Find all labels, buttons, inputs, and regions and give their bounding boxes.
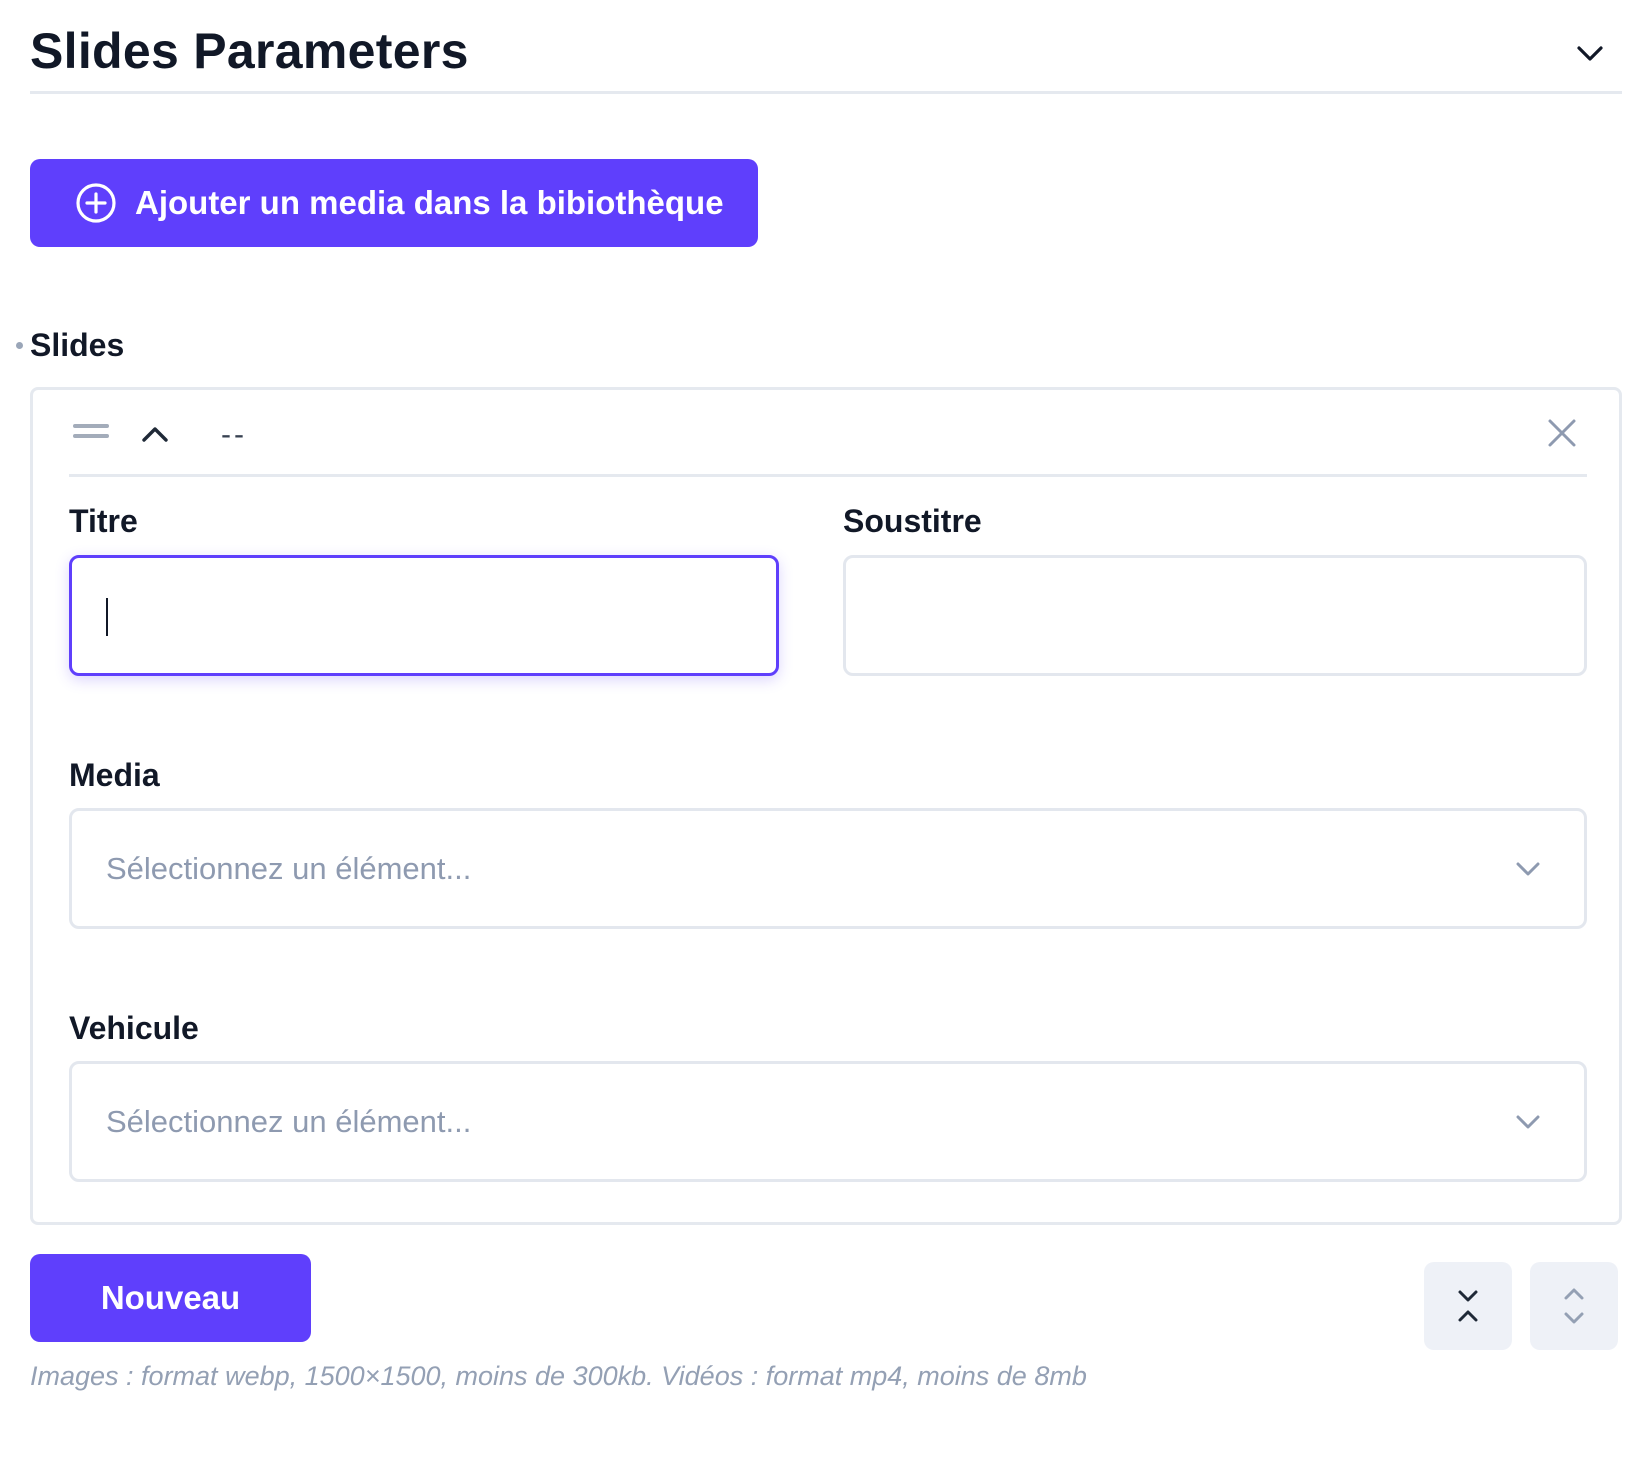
text-caret [106, 598, 108, 636]
help-text: Images : format webp, 1500×1500, moins d… [30, 1361, 1087, 1391]
add-media-button[interactable]: Ajouter un media dans la bibiothèque [30, 159, 758, 247]
slides-bullet [16, 342, 23, 349]
collapse-item-button[interactable] [133, 412, 177, 456]
slides-repeater: -- Titre Soustitre Media Sélectionnez un… [30, 387, 1622, 1225]
slides-label: Slides [30, 327, 125, 363]
expand-all-button[interactable] [1530, 1262, 1618, 1350]
titre-input[interactable] [69, 555, 779, 676]
section-title: Slides Parameters [30, 23, 469, 79]
expand-all-icon [1564, 1288, 1584, 1324]
chevron-up-icon [142, 427, 168, 442]
close-icon [1548, 419, 1576, 447]
titre-label: Titre [69, 503, 138, 539]
chevron-down-icon [1510, 1104, 1546, 1140]
new-slide-button[interactable]: Nouveau [30, 1254, 311, 1342]
media-select-placeholder: Sélectionnez un élément... [106, 851, 472, 886]
collapse-all-button[interactable] [1424, 1262, 1512, 1350]
collapse-all-icon [1458, 1290, 1478, 1322]
soustitre-label: Soustitre [843, 503, 982, 539]
drag-handle-icon[interactable] [73, 424, 109, 442]
vehicule-select[interactable]: Sélectionnez un élément... [69, 1061, 1587, 1182]
soustitre-input[interactable] [843, 555, 1587, 676]
vehicule-select-placeholder: Sélectionnez un élément... [106, 1104, 472, 1139]
vehicule-label: Vehicule [69, 1010, 199, 1046]
section-toggle-button[interactable] [1572, 36, 1608, 72]
slide-item-header: -- [69, 390, 1587, 477]
add-media-label: Ajouter un media dans la bibiothèque [135, 184, 724, 221]
plus-circle-icon [75, 182, 117, 224]
slide-item-label: -- [221, 418, 247, 451]
chevron-down-icon [1577, 46, 1603, 61]
media-select[interactable]: Sélectionnez un élément... [69, 808, 1587, 929]
chevron-down-icon [1510, 851, 1546, 887]
media-label: Media [69, 757, 160, 793]
remove-item-button[interactable] [1539, 410, 1585, 456]
section-header: Slides Parameters [30, 14, 1622, 94]
